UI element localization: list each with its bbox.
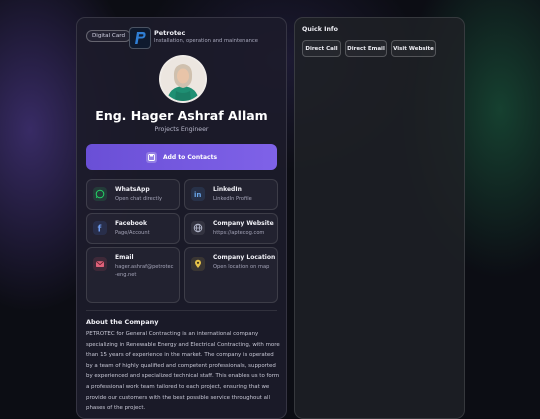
facebook-title: Facebook <box>115 220 147 227</box>
svg-text:f: f <box>98 225 102 234</box>
person-role: Projects Engineer <box>154 126 209 133</box>
facebook-icon: f <box>93 221 107 235</box>
email-tile[interactable]: Email hager.ashraf@petrotec-eng.net <box>86 247 180 303</box>
whatsapp-tile[interactable]: WhatsApp Open chat directly <box>86 179 180 210</box>
svg-text:in: in <box>194 191 201 199</box>
direct-call-button[interactable]: Direct Call <box>302 40 341 57</box>
website-subtitle: https://aptecog.com <box>213 230 265 236</box>
add-to-contacts-button[interactable]: Add to Contacts <box>86 144 277 170</box>
location-tile[interactable]: Company Location Open location on map <box>184 247 278 303</box>
digital-card-badge: Digital Card <box>86 30 132 42</box>
whatsapp-subtitle: Open chat directly <box>115 196 162 202</box>
globe-icon <box>191 221 205 235</box>
email-title: Email <box>115 254 134 261</box>
brand-name: Petrotec <box>154 29 186 37</box>
location-subtitle: Open location on map <box>213 264 270 270</box>
linkedin-icon: in <box>191 187 205 201</box>
website-tile[interactable]: Company Website https://aptecog.com <box>184 213 278 244</box>
direct-email-button[interactable]: Direct Email <box>345 40 387 57</box>
business-card: Digital Card Petrotec Installation, oper… <box>76 17 287 419</box>
save-contact-icon <box>145 151 157 163</box>
about-title: About the Company <box>86 318 159 326</box>
quick-info-title: Quick Info <box>302 26 338 33</box>
email-address: hager.ashraf@petrotec-eng.net <box>115 264 174 278</box>
person-name: Eng. Hager Ashraf Allam <box>95 108 268 123</box>
linkedin-subtitle: LinkedIn Profile <box>213 196 252 202</box>
avatar <box>159 55 207 103</box>
petrotec-logo <box>129 27 151 49</box>
add-to-contacts-label: Add to Contacts <box>162 153 218 161</box>
quick-info-panel: Quick Info Direct Call Direct Email Visi… <box>294 17 465 419</box>
website-title: Company Website <box>213 220 274 227</box>
section-divider <box>86 310 277 311</box>
brand-tagline: Installation, operation and maintenance <box>154 38 258 44</box>
whatsapp-title: WhatsApp <box>115 186 150 193</box>
facebook-tile[interactable]: f Facebook Page/Account <box>86 213 180 244</box>
about-text: PETROTEC for General Contracting is an i… <box>86 331 280 412</box>
whatsapp-icon <box>93 187 107 201</box>
linkedin-tile[interactable]: in LinkedIn LinkedIn Profile <box>184 179 278 210</box>
mail-icon <box>93 257 107 271</box>
facebook-subtitle: Page/Account <box>115 230 150 236</box>
location-title: Company Location <box>213 254 276 261</box>
visit-website-button[interactable]: Visit Website <box>391 40 436 57</box>
linkedin-title: LinkedIn <box>213 186 242 193</box>
map-pin-icon <box>191 257 205 271</box>
